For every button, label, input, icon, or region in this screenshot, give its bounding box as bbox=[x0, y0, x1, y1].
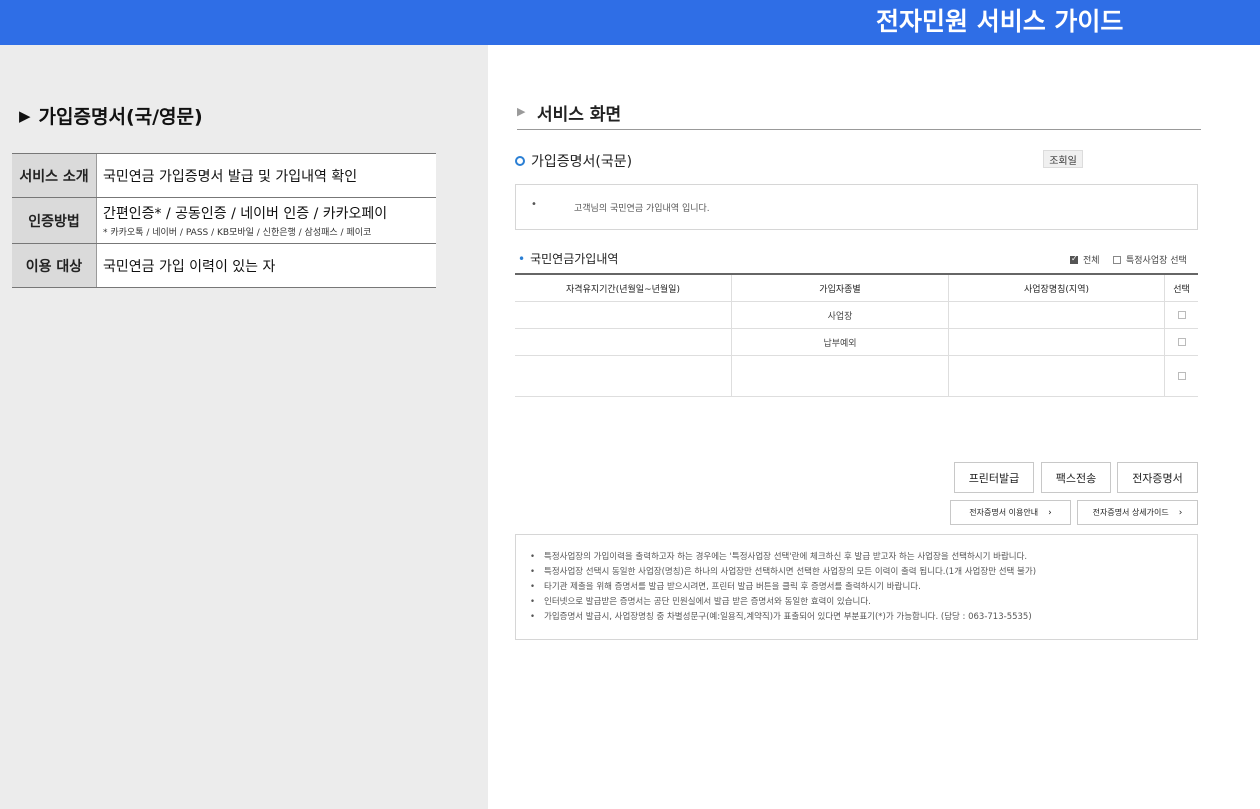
info-key: 서비스 소개 bbox=[12, 154, 97, 197]
table-row: 납부예외 bbox=[515, 329, 1198, 356]
row-select-checkbox[interactable] bbox=[1177, 311, 1186, 319]
section-title: 서비스 화면 bbox=[537, 105, 622, 125]
filter-specific-checkbox[interactable]: 특정사업장 선택 bbox=[1113, 253, 1187, 266]
bullet: • bbox=[531, 199, 537, 210]
table-cell bbox=[949, 329, 1165, 355]
table-row bbox=[515, 356, 1198, 397]
guide-note-text: 특정사업장 선택시 동일한 사업장(명칭)은 하나의 사업장만 선택하시면 선택… bbox=[544, 567, 1037, 577]
table-cell: 납부예외 bbox=[732, 329, 949, 355]
table-cell bbox=[732, 356, 949, 396]
bullet: • bbox=[530, 597, 536, 607]
table-header-row: 자격유지기간(년월일~년월일) 가입자종별 사업장명칭(지역) 선택 bbox=[515, 275, 1198, 302]
guide-note: • 가입증명서 발급시, 사업장명칭 중 차별성문구(예:일용직,계약직)가 표출… bbox=[530, 610, 1197, 625]
date-badge: 조회일 bbox=[1043, 150, 1083, 168]
bullet: • bbox=[530, 582, 536, 592]
guide-note-text: 타기관 제출을 위해 증명서를 발급 받으시려면, 프린터 발급 버튼을 클릭 … bbox=[544, 582, 921, 592]
printer-issue-button[interactable]: 프린터발급 bbox=[954, 462, 1034, 493]
filter-all-label: 전체 bbox=[1083, 256, 1100, 266]
guide-note: • 타기관 제출을 위해 증명서를 발급 받으시려면, 프린터 발급 버튼을 클릭… bbox=[530, 580, 1197, 595]
guide-note: • 특정사업장의 가입이력을 출력하고자 하는 경우에는 '특정사업장 선택'란에… bbox=[530, 550, 1197, 565]
table-cell bbox=[949, 302, 1165, 328]
table-cell bbox=[1165, 302, 1198, 328]
table-cell bbox=[515, 302, 732, 328]
left-description-panel: ▶ 가입증명서(국/영문) 서비스 소개 국민연금 가입증명서 발급 및 가입내역… bbox=[0, 45, 488, 809]
bullet: • bbox=[530, 552, 536, 562]
list-title-text: 국민연금가입내역 bbox=[530, 252, 619, 266]
table-cell bbox=[1165, 356, 1198, 396]
top-header-bar: 전자민원 서비스 가이드 bbox=[0, 0, 1260, 45]
checkbox-icon[interactable] bbox=[1113, 255, 1121, 264]
checkbox-checked-icon[interactable] bbox=[1070, 254, 1078, 264]
chevron-right-icon: › bbox=[1048, 507, 1052, 518]
column-header: 사업장명칭(지역) bbox=[949, 275, 1165, 301]
filter-specific-label: 특정사업장 선택 bbox=[1126, 256, 1187, 266]
enrollment-table: 자격유지기간(년월일~년월일) 가입자종별 사업장명칭(지역) 선택 사업장 납… bbox=[515, 273, 1198, 397]
info-value-cell: 국민연금 가입증명서 발급 및 가입내역 확인 bbox=[97, 154, 436, 197]
cert-title: 가입증명서(국문) bbox=[515, 151, 632, 171]
info-row-auth: 인증방법 간편인증* / 공동인증 / 네이버 인증 / 카카오페이 * 카카오… bbox=[12, 198, 436, 244]
guide-note: • 인터넷으로 발급받은 증명서는 공단 민원실에서 발급 받은 증명서와 동일한… bbox=[530, 595, 1197, 610]
cert-title-text: 가입증명서(국문) bbox=[531, 154, 633, 170]
notice-box: • 고객님의 국민연금 가입내역 입니다. bbox=[515, 184, 1198, 230]
table-cell bbox=[949, 356, 1165, 396]
info-key: 인증방법 bbox=[12, 198, 97, 243]
table-cell: 사업장 bbox=[732, 302, 949, 328]
column-header: 자격유지기간(년월일~년월일) bbox=[515, 275, 732, 301]
table-cell bbox=[515, 329, 732, 355]
row-select-checkbox[interactable] bbox=[1177, 372, 1186, 380]
fax-send-button[interactable]: 팩스전송 bbox=[1041, 462, 1111, 493]
guide-note-text: 가입증명서 발급시, 사업장명칭 중 차별성문구(예:일용직,계약직)가 표출되… bbox=[544, 612, 1032, 622]
table-cell bbox=[515, 356, 732, 396]
info-value: 간편인증* / 공동인증 / 네이버 인증 / 카카오페이 bbox=[103, 206, 388, 222]
column-header: 선택 bbox=[1173, 284, 1190, 295]
e-cert-detail-label: 전자증명서 상세가이드 bbox=[1092, 508, 1169, 517]
guide-note-text: 인터넷으로 발급받은 증명서는 공단 민원실에서 발급 받은 증명서와 동일한 … bbox=[544, 597, 871, 607]
info-row-intro: 서비스 소개 국민연금 가입증명서 발급 및 가입내역 확인 bbox=[12, 154, 436, 198]
service-info-table: 서비스 소개 국민연금 가입증명서 발급 및 가입내역 확인 인증방법 간편인증… bbox=[12, 153, 436, 288]
e-certificate-button[interactable]: 전자증명서 bbox=[1117, 462, 1198, 493]
guide-note: • 특정사업장 선택시 동일한 사업장(명칭)은 하나의 사업장만 선택하시면 선… bbox=[530, 565, 1197, 580]
info-subnote: * 카카오톡 / 네이버 / PASS / KB모바일 / 신한은행 / 삼성패… bbox=[103, 228, 372, 238]
table-cell bbox=[1165, 329, 1198, 355]
service-heading: ▶ 가입증명서(국/영문) bbox=[19, 102, 203, 129]
chevron-right-icon: › bbox=[1178, 507, 1183, 518]
bullet: • bbox=[518, 252, 526, 266]
bullet: • bbox=[530, 612, 536, 622]
service-heading-text: 가입증명서(국/영문) bbox=[38, 106, 203, 128]
info-value-cell: 간편인증* / 공동인증 / 네이버 인증 / 카카오페이 * 카카오톡 / 네… bbox=[97, 198, 436, 243]
e-cert-usage-link[interactable]: 전자증명서 이용안내 › bbox=[950, 500, 1071, 525]
info-row-target: 이용 대상 국민연금 가입 이력이 있는 자 bbox=[12, 244, 436, 288]
list-title: • 국민연금가입내역 bbox=[518, 250, 618, 267]
info-value: 국민연금 가입 이력이 있는 자 bbox=[103, 258, 276, 275]
info-key: 이용 대상 bbox=[12, 244, 97, 287]
section-header: ▶ 서비스 화면 bbox=[517, 99, 1201, 130]
table-row: 사업장 bbox=[515, 302, 1198, 329]
e-cert-detail-guide-link[interactable]: 전자증명서 상세가이드 › bbox=[1077, 500, 1198, 525]
circle-bullet-icon bbox=[515, 156, 525, 166]
bullet: • bbox=[530, 567, 536, 577]
row-select-checkbox[interactable] bbox=[1177, 338, 1186, 346]
column-header: 가입자종별 bbox=[732, 275, 949, 301]
info-value-cell: 국민연금 가입 이력이 있는 자 bbox=[97, 244, 436, 287]
triangle-right-icon: ▶ bbox=[19, 107, 31, 125]
e-cert-usage-label: 전자증명서 이용안내 bbox=[969, 508, 1039, 517]
notice-text: 고객님의 국민연금 가입내역 입니다. bbox=[574, 204, 710, 214]
filter-all-checkbox[interactable]: 전체 bbox=[1070, 253, 1100, 266]
page-title: 전자민원 서비스 가이드 bbox=[876, 7, 1124, 36]
triangle-right-icon: ▶ bbox=[517, 105, 526, 118]
guide-note-text: 특정사업장의 가입이력을 출력하고자 하는 경우에는 '특정사업장 선택'란에 … bbox=[544, 552, 1028, 562]
info-value: 국민연금 가입증명서 발급 및 가입내역 확인 bbox=[103, 168, 358, 185]
guide-notes-box: • 특정사업장의 가입이력을 출력하고자 하는 경우에는 '특정사업장 선택'란에… bbox=[515, 534, 1198, 640]
